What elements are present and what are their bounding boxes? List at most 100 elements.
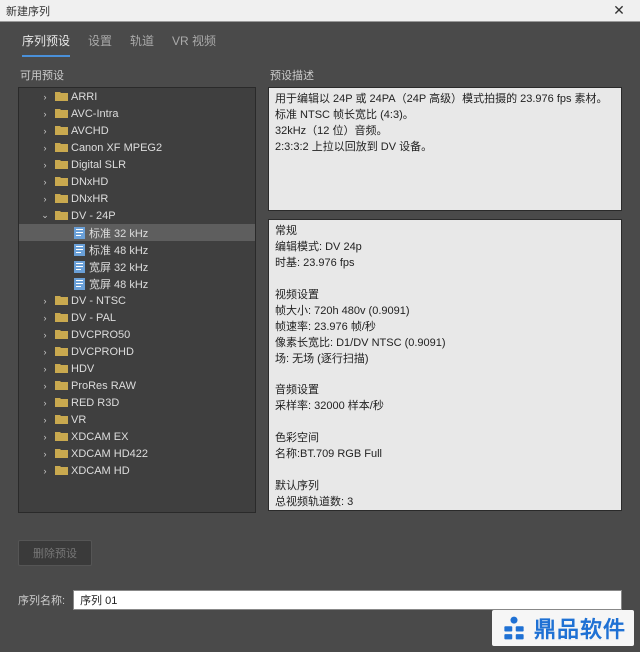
tree-folder[interactable]: › ARRI [19, 88, 255, 105]
tree-folder[interactable]: › DVCPRO50 [19, 326, 255, 343]
tree-item-label: DV - NTSC [71, 295, 126, 307]
tree-folder[interactable]: › XDCAM HD [19, 462, 255, 479]
tree-item-label: 宽屏 32 kHz [89, 259, 148, 275]
preset-tree[interactable]: › ARRI › AVC-Intra › AVCHD › Canon XF MPEG2 ›Dig… [18, 87, 256, 513]
folder-icon [54, 193, 68, 205]
tab-3[interactable]: VR 视频 [172, 32, 216, 57]
tree-item-label: AVCHD [71, 125, 109, 137]
folder-icon [54, 346, 68, 358]
tree-item-label: HDV [71, 363, 94, 375]
tree-folder[interactable]: › XDCAM HD422 [19, 445, 255, 462]
folder-icon [54, 431, 68, 443]
tree-item-label: VR [71, 414, 86, 426]
preset-icon [72, 244, 86, 256]
chevron-right-icon[interactable]: › [39, 381, 51, 391]
chevron-right-icon[interactable]: › [39, 126, 51, 136]
sequence-name-label: 序列名称: [18, 592, 65, 608]
preset-icon [72, 227, 86, 239]
chevron-down-icon[interactable]: ⌄ [39, 210, 51, 221]
tree-folder[interactable]: › DNxHD [19, 173, 255, 190]
folder-icon [54, 329, 68, 341]
sequence-name-input[interactable] [73, 590, 622, 610]
preset-description-text: 用于编辑以 24P 或 24PA（24P 高级）模式拍摄的 23.976 fps… [268, 87, 622, 211]
chevron-right-icon[interactable]: › [39, 177, 51, 187]
chevron-right-icon[interactable]: › [39, 330, 51, 340]
watermark-text: 鼎品软件 [534, 612, 626, 644]
folder-icon [54, 159, 68, 171]
tab-bar: 序列预设设置轨道 VR 视频 [0, 22, 640, 57]
preset-details-text: 常规 编辑模式: DV 24p 时基: 23.976 fps 视频设置 帧大小:… [268, 219, 622, 511]
available-presets-header: 可用预设 [18, 67, 256, 83]
tree-folder[interactable]: › RED R3D [19, 394, 255, 411]
chevron-right-icon[interactable]: › [39, 160, 51, 170]
tree-folder[interactable]: › DNxHR [19, 190, 255, 207]
chevron-right-icon[interactable]: › [39, 449, 51, 459]
tree-item-label: XDCAM HD [71, 465, 130, 477]
tree-preset[interactable]: 宽屏 32 kHz [19, 258, 255, 275]
tab-0[interactable]: 序列预设 [22, 32, 70, 57]
tree-folder[interactable]: › AVCHD [19, 122, 255, 139]
tree-item-label: DV - 24P [71, 210, 116, 222]
chevron-right-icon[interactable]: › [39, 415, 51, 425]
chevron-right-icon[interactable]: › [39, 364, 51, 374]
tree-preset[interactable]: 宽屏 48 kHz [19, 275, 255, 292]
tree-folder[interactable]: ⌄ DV - 24P [19, 207, 255, 224]
tree-item-label: DVCPROHD [71, 346, 134, 358]
tree-folder[interactable]: › XDCAM EX [19, 428, 255, 445]
chevron-right-icon[interactable]: › [39, 466, 51, 476]
tree-folder[interactable]: › VR [19, 411, 255, 428]
tree-folder[interactable]: › HDV [19, 360, 255, 377]
preset-icon [72, 261, 86, 273]
chevron-right-icon[interactable]: › [39, 194, 51, 204]
tree-item-label: 宽屏 48 kHz [89, 276, 148, 292]
tree-item-label: DV - PAL [71, 312, 116, 324]
tree-item-label: XDCAM HD422 [71, 448, 148, 460]
close-icon[interactable]: ✕ [604, 2, 634, 19]
chevron-right-icon[interactable]: › [39, 143, 51, 153]
chevron-right-icon[interactable]: › [39, 313, 51, 323]
tree-preset[interactable]: 标准 48 kHz [19, 241, 255, 258]
tree-item-label: 标准 32 kHz [89, 225, 148, 241]
tree-folder[interactable]: › DV - PAL [19, 309, 255, 326]
chevron-right-icon[interactable]: › [39, 347, 51, 357]
chevron-right-icon[interactable]: › [39, 92, 51, 102]
tree-item-label: DVCPRO50 [71, 329, 130, 341]
folder-icon [54, 176, 68, 188]
tree-item-label: Canon XF MPEG2 [71, 142, 162, 154]
tree-item-label: 标准 48 kHz [89, 242, 148, 258]
folder-icon [54, 465, 68, 477]
folder-icon [54, 125, 68, 137]
tree-folder[interactable]: › Canon XF MPEG2 [19, 139, 255, 156]
chevron-right-icon[interactable]: › [39, 398, 51, 408]
folder-icon [54, 312, 68, 324]
folder-icon [54, 108, 68, 120]
tab-1[interactable]: 设置 [88, 32, 112, 57]
preset-description-header: 预设描述 [268, 67, 622, 83]
tree-item-label: DNxHD [71, 176, 108, 188]
chevron-right-icon[interactable]: › [39, 296, 51, 306]
tree-folder[interactable]: ›Digital SLR [19, 156, 255, 173]
window-titlebar: 新建序列 ✕ [0, 0, 640, 22]
tree-folder[interactable]: › AVC-Intra [19, 105, 255, 122]
tree-folder[interactable]: › ProRes RAW [19, 377, 255, 394]
window-title: 新建序列 [6, 3, 604, 19]
tab-2[interactable]: 轨道 [130, 32, 154, 57]
folder-icon [54, 91, 68, 103]
tree-item-label: ARRI [71, 91, 97, 103]
folder-icon [54, 380, 68, 392]
chevron-right-icon[interactable]: › [39, 109, 51, 119]
folder-icon [54, 363, 68, 375]
tree-folder[interactable]: › DV - NTSC [19, 292, 255, 309]
tree-item-label: AVC-Intra [71, 108, 118, 120]
folder-icon [54, 142, 68, 154]
folder-icon [54, 414, 68, 426]
folder-icon [54, 397, 68, 409]
tree-item-label: XDCAM EX [71, 431, 128, 443]
tree-item-label: ProRes RAW [71, 380, 136, 392]
tree-item-label: RED R3D [71, 397, 119, 409]
delete-preset-button: 删除预设 [18, 540, 92, 566]
chevron-right-icon[interactable]: › [39, 432, 51, 442]
tree-item-label: DNxHR [71, 193, 108, 205]
tree-folder[interactable]: › DVCPROHD [19, 343, 255, 360]
tree-preset[interactable]: 标准 32 kHz [19, 224, 255, 241]
